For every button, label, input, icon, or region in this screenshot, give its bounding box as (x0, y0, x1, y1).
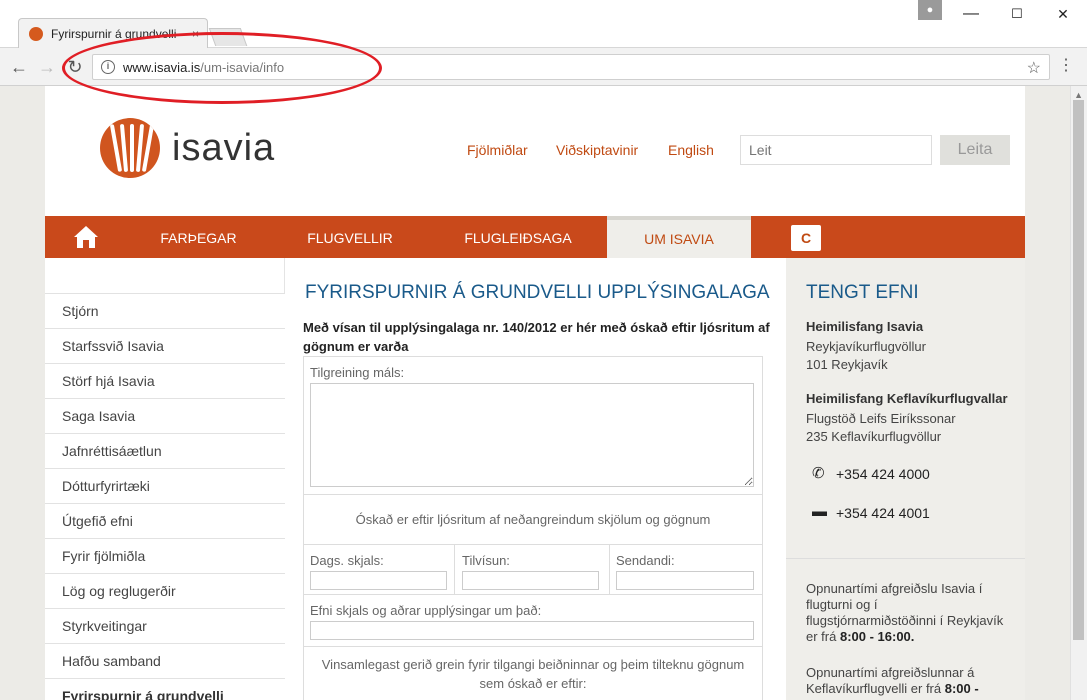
isavia-logo[interactable]: isavia (100, 118, 275, 178)
label-requested-docs: Óskað er eftir ljósritum af neðangreindu… (355, 512, 711, 527)
url-path: /um-isavia/info (200, 59, 285, 75)
search-button[interactable]: Leita (940, 135, 1010, 165)
isavia-favicon-icon (29, 26, 43, 41)
nav-c-button[interactable]: C (791, 225, 821, 251)
requested-docs-row: Óskað er eftir ljósritum af neðangreindu… (304, 494, 762, 544)
column-divider (454, 545, 455, 595)
opening-hours-1-time: 8:00 - 16:00. (839, 629, 915, 644)
sidebar: Stjórn Starfssvið Isavia Störf hjá Isavi… (45, 258, 285, 700)
intro-text: Með vísan til upplýsingalaga nr. 140/201… (303, 320, 770, 354)
nav-item-passengers[interactable]: FARÞEGAR (145, 216, 252, 258)
sidebar-item-grants[interactable]: Styrkveitingar (45, 608, 285, 643)
main-content: FYRIRSPURNIR Á GRUNDVELLI UPPLÝSINGALAGA… (285, 258, 785, 700)
maximize-button[interactable]: ☐ (1002, 4, 1032, 24)
browser-tab[interactable]: Fyrirspurnir á grundvelli × (18, 18, 208, 48)
label-date: Dags. skjals: (310, 553, 384, 568)
bookmark-star-icon[interactable]: ☆ (1027, 58, 1041, 78)
address2-title: Heimilisfang Keflavíkurflugvallar (806, 391, 1008, 406)
url-domain: www.isavia.is (123, 59, 201, 75)
sidebar-item-scope[interactable]: Starfssvið Isavia (45, 328, 285, 363)
scroll-up-arrow-icon[interactable]: ▲ (1074, 90, 1083, 100)
back-button[interactable]: ← (8, 56, 30, 78)
background-pattern-right (1025, 86, 1070, 700)
column-divider (609, 545, 610, 595)
tab-title: Fyrirspurnir á grundvelli (51, 26, 177, 41)
nav-item-about-isavia[interactable]: UM ISAVIA (607, 216, 751, 258)
isavia-logo-mark-icon (100, 118, 160, 178)
address2-line2: 235 Keflavíkurflugvöllur (806, 429, 942, 444)
related-title: TENGT EFNI (806, 282, 919, 303)
search-input[interactable] (740, 135, 932, 165)
new-tab-button[interactable] (208, 28, 248, 46)
phone-icon: ✆ (812, 465, 825, 482)
reference-input[interactable] (462, 571, 599, 590)
address1-line2: 101 Reykjavík (806, 357, 888, 372)
content-input[interactable] (310, 621, 754, 640)
sidebar-item-information-requests[interactable]: Fyrirspurnir á grundvelli (45, 678, 285, 700)
label-reference: Tilvísun: (462, 553, 510, 568)
reload-button[interactable]: ↻ (64, 56, 86, 78)
address1-line1: Reykjavíkurflugvöllur (806, 339, 926, 354)
address-bar[interactable]: i www.isavia.is /um-isavia/info ☆ (92, 54, 1050, 80)
background-pattern-left (0, 86, 45, 700)
page-title: FYRIRSPURNIR Á GRUNDVELLI UPPLÝSINGALAGA (305, 282, 770, 303)
sidebar-item-laws[interactable]: Lög og reglugerðir (45, 573, 285, 608)
label-sender: Sendandi: (616, 553, 675, 568)
header-link-media[interactable]: Fjölmiðlar (467, 142, 528, 158)
sidebar-item-jobs[interactable]: Störf hjá Isavia (45, 363, 285, 398)
sidebar-item-board[interactable]: Stjórn (45, 293, 285, 328)
opening-hours-2-time: 8:00 - (944, 681, 979, 696)
logo-text: isavia (172, 126, 276, 169)
opening-hours-2: Opnunartími afgreiðslunnar á Keflavíkurf… (806, 665, 1006, 697)
content-row: Efni skjals og aðrar upplýsingar um það: (304, 594, 762, 646)
related-content-panel: TENGT EFNI Heimilisfang Isavia Reykjavík… (786, 258, 1025, 700)
sidebar-item-contact[interactable]: Hafðu samband (45, 643, 285, 678)
phone-number[interactable]: +354 424 4000 (836, 466, 930, 482)
purpose-row: Vinsamlegast gerið grein fyrir tilgangi … (304, 646, 762, 700)
sidebar-item-for-media[interactable]: Fyrir fjölmiðla (45, 538, 285, 573)
page-viewport: isavia Fjölmiðlar Viðskiptavinir English… (0, 86, 1087, 700)
site-info-icon[interactable]: i (101, 60, 115, 74)
page-container: isavia Fjölmiðlar Viðskiptavinir English… (45, 86, 1025, 700)
date-input[interactable] (310, 571, 447, 590)
header-link-english[interactable]: English (668, 142, 714, 158)
nav-item-airports[interactable]: FLUGVELLIR (295, 216, 405, 258)
document-details-row: Dags. skjals: Tilvísun: Sendandi: (304, 544, 762, 595)
forward-button[interactable]: → (36, 56, 58, 78)
minimize-button[interactable]: — (956, 4, 986, 24)
nav-item-air-navigation[interactable]: FLUGLEIÐSAGA (445, 216, 591, 258)
browser-menu-icon[interactable]: ⋮ (1058, 56, 1074, 76)
browser-titlebar: Fyrirspurnir á grundvelli × ● — ☐ ✕ (0, 0, 1087, 48)
scrollbar-thumb[interactable] (1073, 100, 1084, 640)
opening-hours-1: Opnunartími afgreiðslu Isavia í flugturn… (806, 581, 1006, 645)
label-subject: Tilgreining máls: (310, 365, 405, 380)
label-purpose: Vinsamlegast gerið grein fyrir tilgangi … (321, 657, 745, 691)
sidebar-item-history[interactable]: Saga Isavia (45, 398, 285, 433)
home-icon[interactable] (73, 224, 99, 250)
address2-line1: Flugstöð Leifs Eiríkssonar (806, 411, 956, 426)
main-navigation: FARÞEGAR FLUGVELLIR FLUGLEIÐSAGA UM ISAV… (45, 216, 1025, 258)
address1-title: Heimilisfang Isavia (806, 319, 924, 334)
sender-input[interactable] (616, 571, 754, 590)
sidebar-item-equality-plan[interactable]: Jafnréttisáætlun (45, 433, 285, 468)
divider (786, 558, 1025, 559)
header-link-customers[interactable]: Viðskiptavinir (556, 142, 638, 158)
user-profile-icon[interactable]: ● (918, 0, 942, 20)
close-window-button[interactable]: ✕ (1048, 4, 1078, 24)
tab-close-icon[interactable]: × (192, 27, 199, 41)
sidebar-item-subsidiaries[interactable]: Dótturfyrirtæki (45, 468, 285, 503)
fax-printer-icon: ▬ (812, 503, 827, 520)
sidebar-item-publications[interactable]: Útgefið efni (45, 503, 285, 538)
request-form: Tilgreining máls: Óskað er eftir ljósrit… (303, 356, 763, 700)
fax-number[interactable]: +354 424 4001 (836, 505, 930, 521)
label-content: Efni skjals og aðrar upplýsingar um það: (310, 603, 542, 618)
subject-textarea[interactable] (310, 383, 754, 487)
